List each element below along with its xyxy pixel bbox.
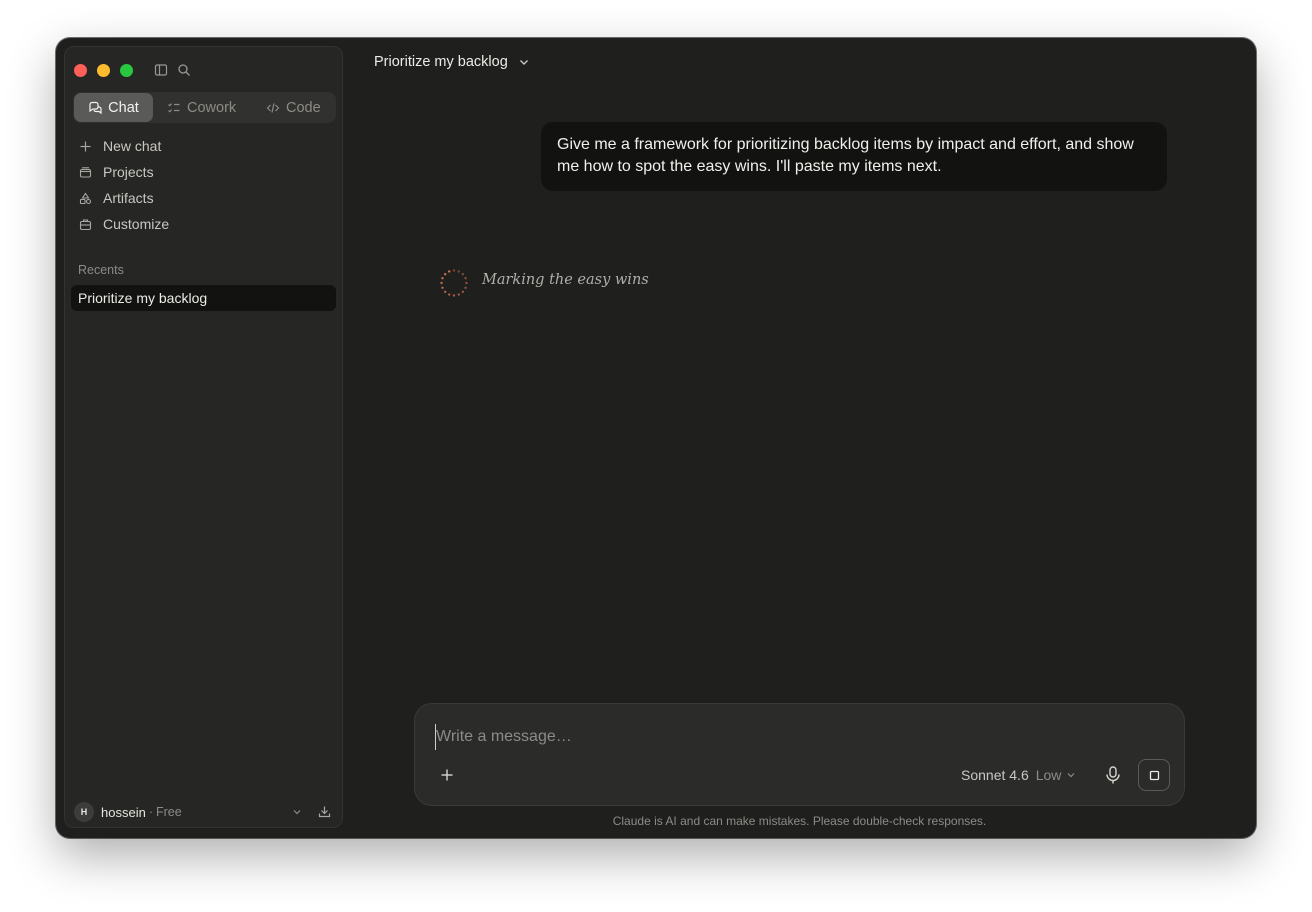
chevron-down-icon[interactable] — [291, 806, 303, 818]
chevron-down-icon — [1067, 773, 1075, 778]
model-name: Sonnet 4.6 — [961, 767, 1029, 783]
message-input[interactable] — [435, 724, 1158, 750]
attach-plus-icon[interactable] — [439, 767, 455, 783]
window-minimize-button[interactable] — [97, 64, 110, 77]
ai-disclaimer: Claude is AI and can make mistakes. Plea… — [612, 814, 987, 828]
spinner-dot — [457, 270, 460, 273]
spinner-dot — [448, 270, 451, 273]
spinner-dot — [443, 272, 447, 276]
spinner-dot — [461, 290, 465, 294]
spinner-dot — [464, 277, 467, 280]
spinner-dot — [452, 269, 456, 272]
user-plan: Free — [155, 805, 182, 819]
stop-square-icon — [1149, 770, 1159, 780]
nav-projects[interactable]: Projects — [79, 162, 154, 182]
nav-new-chat-label: New chat — [103, 138, 162, 154]
nav-customize[interactable]: Customize — [79, 214, 169, 234]
spinner-dot — [448, 293, 451, 296]
model-selector[interactable]: Sonnet 4.6 Low — [961, 765, 1076, 785]
shapes-icon — [79, 192, 92, 204]
window-maximize-button[interactable] — [120, 64, 133, 77]
spinner-dot — [441, 286, 444, 289]
search-icon[interactable] — [177, 63, 191, 77]
nav-customize-label: Customize — [103, 216, 170, 232]
chat-bubbles-icon — [89, 101, 102, 114]
briefcase-icon — [79, 218, 92, 230]
download-icon[interactable] — [318, 805, 331, 818]
conversation-title-menu[interactable]: Prioritize my backlog — [374, 52, 531, 72]
spinner-dot — [461, 272, 465, 276]
tab-cowork[interactable]: Cowork — [167, 93, 236, 122]
avatar: H — [74, 802, 94, 822]
account-menu[interactable]: H hossein · Free — [74, 802, 332, 822]
user-name: hossein — [101, 804, 146, 820]
tab-chat-label: Chat — [108, 99, 139, 116]
recent-conversation-item[interactable]: Prioritize my backlog — [71, 285, 336, 311]
nav-artifacts[interactable]: Artifacts — [79, 188, 154, 208]
plus-icon — [80, 141, 91, 151]
code-brackets-icon — [266, 102, 280, 113]
microphone-icon[interactable] — [1104, 765, 1122, 785]
app-window: Chat Cowork Code New chat Projects Artif… — [56, 38, 1256, 838]
user-message-bubble: Give me a framework for prioritizing bac… — [541, 122, 1167, 191]
spinner-dot — [464, 286, 467, 289]
tab-chat[interactable]: Chat — [74, 93, 153, 122]
message-composer: Sonnet 4.6 Low — [414, 703, 1185, 806]
page-title: Prioritize my backlog — [374, 54, 508, 70]
spinner-dot — [452, 294, 456, 297]
nav-projects-label: Projects — [103, 164, 154, 180]
spinner-dot — [440, 281, 443, 285]
spinner-dot — [457, 293, 460, 296]
folder-icon — [79, 166, 92, 178]
tab-code[interactable]: Code — [266, 93, 321, 122]
model-effort: Low — [1035, 767, 1062, 783]
sidebar-toggle-icon[interactable] — [154, 63, 168, 77]
stop-generation-button[interactable] — [1138, 759, 1170, 791]
user-separator: · — [148, 805, 153, 819]
window-close-button[interactable] — [74, 64, 87, 77]
thinking-status-text: Marking the easy wins — [482, 272, 649, 288]
mode-switcher: Chat Cowork Code — [73, 92, 336, 123]
sidebar: Chat Cowork Code New chat Projects Artif… — [64, 46, 343, 828]
spinner-dot — [443, 290, 447, 294]
nav-new-chat[interactable]: New chat — [79, 136, 161, 156]
recents-heading: Recents — [78, 263, 124, 277]
thinking-spinner-icon — [440, 269, 468, 297]
spinner-dot — [441, 277, 444, 280]
checklist-icon — [168, 102, 180, 113]
tab-cowork-label: Cowork — [187, 99, 237, 116]
spinner-dot — [465, 281, 468, 285]
nav-artifacts-label: Artifacts — [103, 190, 154, 206]
tab-code-label: Code — [286, 99, 321, 116]
chevron-down-icon — [519, 60, 528, 65]
